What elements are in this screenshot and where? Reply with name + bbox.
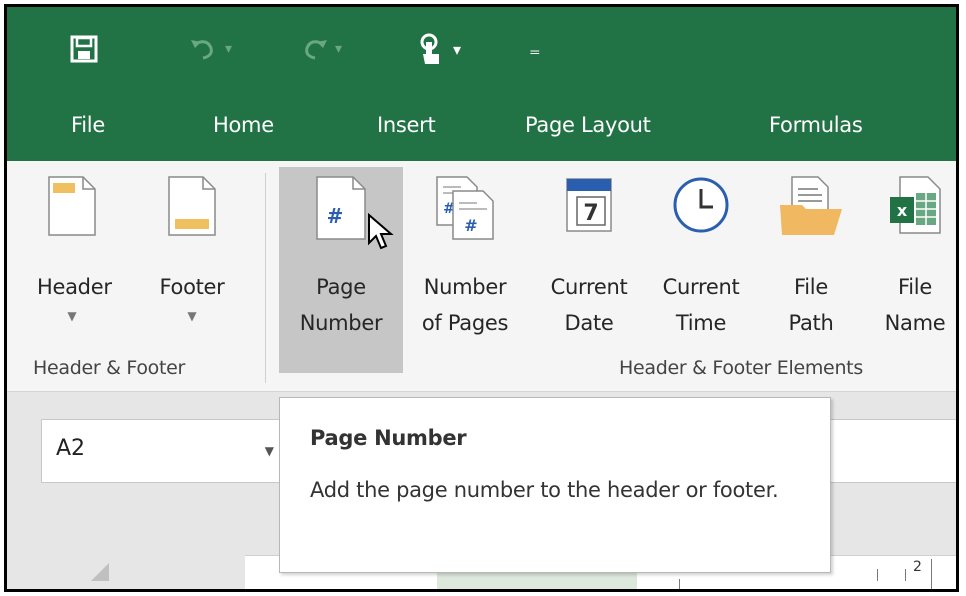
customize-toolbar-button[interactable]: ₌ — [529, 29, 541, 69]
folder-icon — [780, 176, 842, 235]
page-number-icon: # — [316, 176, 366, 240]
current-time-button[interactable]: Current Time — [647, 167, 755, 373]
calendar-icon: 7 — [566, 178, 612, 232]
undo-button[interactable]: ▾ — [187, 29, 232, 69]
number-of-pages-label-line2: of Pages — [421, 311, 509, 335]
tab-home[interactable]: Home — [213, 113, 274, 137]
current-date-button[interactable]: 7 Current Date — [539, 167, 639, 373]
excel-window: ▾ ▾ ▾ ₌ File Home Insert Page Layout For… — [4, 4, 959, 592]
redo-button[interactable]: ▾ — [297, 29, 342, 69]
footer-label: Footer — [159, 275, 225, 299]
tooltip-title: Page Number — [310, 426, 467, 450]
svg-text:7: 7 — [583, 201, 598, 226]
tab-file[interactable]: File — [71, 113, 105, 137]
tooltip: Page Number Add the page number to the h… — [279, 397, 831, 573]
current-time-label-line1: Current — [662, 275, 740, 299]
ribbon-tabs: File Home Insert Page Layout Formulas — [7, 93, 956, 161]
name-box-dropdown-icon[interactable]: ▼ — [265, 444, 274, 458]
ruler-tick — [679, 579, 680, 589]
header-label: Header — [37, 275, 112, 299]
undo-icon — [191, 40, 213, 60]
svg-text:#: # — [327, 204, 344, 228]
tab-page-layout[interactable]: Page Layout — [525, 113, 651, 137]
ruler-tick — [905, 569, 906, 581]
svg-text:#: # — [464, 216, 477, 235]
current-date-label-line2: Date — [564, 311, 614, 335]
ribbon: Header ▼ Footer ▼ # Page Number # # Numb… — [7, 161, 956, 392]
number-of-pages-icon: # # — [436, 176, 494, 240]
quick-access-toolbar: ▾ ▾ ▾ ₌ — [7, 7, 956, 93]
file-path-label-line1: File — [794, 275, 828, 299]
redo-dropdown-icon[interactable]: ▾ — [335, 41, 342, 57]
header-button[interactable]: Header ▼ — [37, 167, 112, 373]
ruler-tick — [877, 569, 878, 581]
touch-mode-icon — [420, 33, 439, 64]
customize-icon: ₌ — [529, 36, 541, 62]
tab-insert[interactable]: Insert — [377, 113, 436, 137]
touch-mode-button[interactable]: ▾ — [415, 29, 461, 69]
file-path-button[interactable]: File Path — [771, 167, 851, 373]
name-box-value: A2 — [56, 436, 86, 461]
current-date-label-line1: Current — [550, 275, 628, 299]
page-number-label-line2: Number — [299, 311, 383, 335]
clock-icon — [673, 177, 729, 233]
group-label-header-footer: Header & Footer — [33, 357, 186, 379]
footer-icon — [168, 176, 216, 236]
file-name-label-line2: Name — [884, 311, 946, 335]
page-number-label-line1: Page — [316, 275, 366, 299]
header-dropdown-icon: ▼ — [67, 309, 77, 323]
redo-icon — [305, 40, 327, 60]
footer-dropdown-icon: ▼ — [187, 309, 197, 323]
file-path-label-line2: Path — [788, 311, 834, 335]
excel-file-icon: x — [890, 176, 941, 234]
group-separator — [265, 173, 266, 383]
ruler-number: 2 — [913, 559, 922, 575]
header-icon — [48, 176, 96, 236]
undo-dropdown-icon[interactable]: ▾ — [225, 41, 232, 57]
ruler-tick — [931, 559, 932, 589]
number-of-pages-button[interactable]: # # Number of Pages — [405, 167, 525, 373]
svg-text:x: x — [897, 201, 908, 220]
save-icon — [70, 35, 98, 63]
page-number-button[interactable]: # Page Number — [279, 167, 403, 373]
file-name-label-line1: File — [898, 275, 932, 299]
group-label-header-footer-elements: Header & Footer Elements — [619, 357, 863, 379]
name-box[interactable]: A2 ▼ — [41, 419, 281, 483]
select-all-icon[interactable] — [91, 563, 109, 581]
tab-formulas[interactable]: Formulas — [769, 113, 863, 137]
mouse-cursor-icon — [368, 213, 394, 250]
current-time-label-line2: Time — [675, 311, 727, 335]
number-of-pages-label-line1: Number — [423, 275, 507, 299]
footer-button[interactable]: Footer ▼ — [157, 167, 227, 373]
save-button[interactable] — [69, 29, 99, 69]
touch-mode-dropdown-icon[interactable]: ▾ — [453, 40, 461, 59]
file-name-button[interactable]: x File Name — [873, 167, 956, 373]
tooltip-description: Add the page number to the header or foo… — [310, 478, 779, 502]
